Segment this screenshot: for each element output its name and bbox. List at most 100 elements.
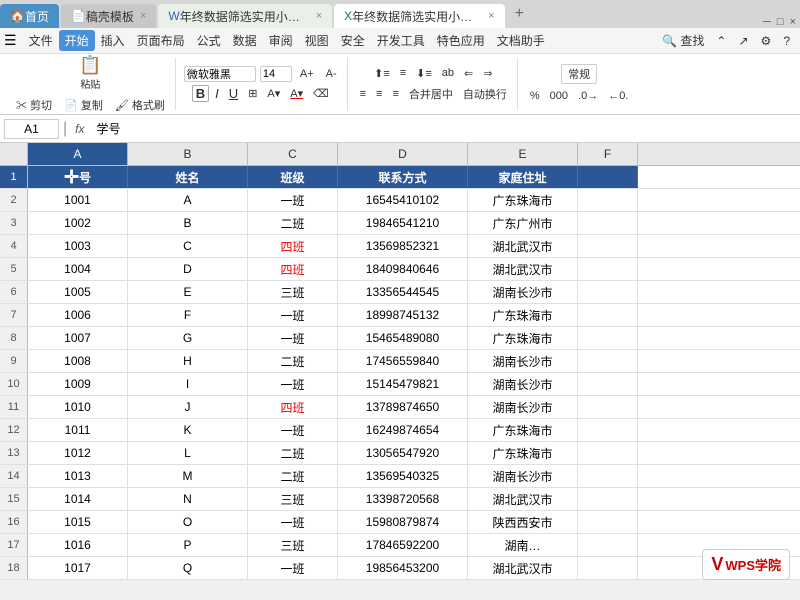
format-select[interactable]: 常规 [561,64,597,84]
font-color-button[interactable]: A▾ [286,85,307,102]
cell-d1[interactable]: 联系方式 [338,166,468,188]
cell-b11[interactable]: J [128,396,248,418]
cell-e1[interactable]: 家庭住址 [468,166,578,188]
cell-d18[interactable]: 19856453200 [338,557,468,579]
cell-e11[interactable]: 湖南长沙市 [468,396,578,418]
cell-e13[interactable]: 广东珠海市 [468,442,578,464]
cell-e14[interactable]: 湖南长沙市 [468,465,578,487]
tab-close[interactable]: × [140,10,146,22]
cell-c5[interactable]: 四班 [248,258,338,280]
cell-c16[interactable]: 一班 [248,511,338,533]
col-header-c[interactable]: C [248,143,338,165]
menu-view[interactable]: 视图 [299,30,335,51]
cell-b16[interactable]: O [128,511,248,533]
tab-docx[interactable]: W 年终数据筛选实用小技巧.docx × [158,4,332,28]
cell-b1[interactable]: 姓名 [128,166,248,188]
cell-a5[interactable]: 1004 [28,258,128,280]
font-increase-button[interactable]: A+ [296,66,318,82]
cell-f15[interactable] [578,488,638,510]
settings-icon[interactable]: ⚙ [755,32,778,50]
formula-input[interactable] [93,122,797,136]
col-header-f[interactable]: F [578,143,638,165]
cell-e10[interactable]: 湖南长沙市 [468,373,578,395]
cell-b2[interactable]: A [128,189,248,211]
cell-c13[interactable]: 二班 [248,442,338,464]
cell-c4[interactable]: 四班 [248,235,338,257]
menu-insert[interactable]: 插入 [95,30,131,51]
cell-c15[interactable]: 三班 [248,488,338,510]
cell-a4[interactable]: 1003 [28,235,128,257]
cell-b18[interactable]: Q [128,557,248,579]
font-decrease-button[interactable]: A- [322,66,341,82]
italic-button[interactable]: I [211,84,223,103]
cell-a2[interactable]: 1001 [28,189,128,211]
cell-a14[interactable]: 1013 [28,465,128,487]
align-top-button[interactable]: ⬆≡ [370,65,394,82]
cell-d10[interactable]: 15145479821 [338,373,468,395]
cell-a9[interactable]: 1008 [28,350,128,372]
cell-e2[interactable]: 广东珠海市 [468,189,578,211]
cell-e4[interactable]: 湖北武汉市 [468,235,578,257]
cell-f13[interactable] [578,442,638,464]
cell-b15[interactable]: N [128,488,248,510]
menu-file[interactable]: 文件 [23,30,59,51]
cell-e5[interactable]: 湖北武汉市 [468,258,578,280]
cell-e16[interactable]: 陕西西安市 [468,511,578,533]
col-header-e[interactable]: E [468,143,578,165]
cell-e6[interactable]: 湖南长沙市 [468,281,578,303]
cell-a13[interactable]: 1012 [28,442,128,464]
cell-f2[interactable] [578,189,638,211]
search-icon[interactable]: 🔍 查找 [656,30,710,51]
col-header-b[interactable]: B [128,143,248,165]
cell-f9[interactable] [578,350,638,372]
cell-e12[interactable]: 广东珠海市 [468,419,578,441]
cell-c12[interactable]: 一班 [248,419,338,441]
tab-home[interactable]: 🏠 首页 [0,4,59,28]
cell-f18[interactable] [578,557,638,579]
tab-template[interactable]: 📄 稿壳模板 × [61,4,156,28]
cell-a12[interactable]: 1011 [28,419,128,441]
menu-dev-tools[interactable]: 开发工具 [371,30,431,51]
menu-review[interactable]: 审阅 [263,30,299,51]
share-icon[interactable]: ↗ [732,32,754,50]
cell-b4[interactable]: C [128,235,248,257]
cell-c6[interactable]: 三班 [248,281,338,303]
cell-c1[interactable]: 班级 [248,166,338,188]
cell-d8[interactable]: 15465489080 [338,327,468,349]
align-right-button[interactable]: ≡ [388,86,402,102]
tab-close-xlsx[interactable]: × [488,10,494,22]
cell-e17[interactable]: 湖南… [468,534,578,556]
paste-button[interactable]: 📋 粘贴 [75,53,105,93]
cell-c14[interactable]: 二班 [248,465,338,487]
cell-d2[interactable]: 16545410102 [338,189,468,211]
cell-b12[interactable]: K [128,419,248,441]
cell-e18[interactable]: 湖北武汉市 [468,557,578,579]
menu-security[interactable]: 安全 [335,30,371,51]
cell-d9[interactable]: 17456559840 [338,350,468,372]
cell-a10[interactable]: 1009 [28,373,128,395]
cell-d14[interactable]: 13569540325 [338,465,468,487]
cell-f7[interactable] [578,304,638,326]
cell-e8[interactable]: 广东珠海市 [468,327,578,349]
align-center-button[interactable]: ≡ [372,86,386,102]
cell-b7[interactable]: F [128,304,248,326]
indent-dec-button[interactable]: ⇐ [460,65,477,82]
copy-button[interactable]: 📄 复制 [60,95,107,115]
cell-d12[interactable]: 16249874654 [338,419,468,441]
cell-a1[interactable]: ✛ 号 [28,166,128,188]
decimal-inc-button[interactable]: .0→ [574,88,602,104]
align-middle-button[interactable]: ≡ [396,65,410,81]
cell-a18[interactable]: 1017 [28,557,128,579]
cell-a15[interactable]: 1014 [28,488,128,510]
decimal-dec-button[interactable]: ←0. [604,88,632,104]
cell-f3[interactable] [578,212,638,234]
tab-xlsx[interactable]: X 年终数据筛选实用小技巧.xlsx × [334,4,504,28]
fill-color-button[interactable]: A▾ [263,85,284,102]
cell-c9[interactable]: 二班 [248,350,338,372]
menu-start[interactable]: 开始 [59,30,95,51]
format-paint-button[interactable]: 🖌 格式刷 [111,95,169,115]
bold-button[interactable]: B [192,85,209,102]
cell-d7[interactable]: 18998745132 [338,304,468,326]
orient-button[interactable]: ab [438,65,458,81]
cell-f16[interactable] [578,511,638,533]
